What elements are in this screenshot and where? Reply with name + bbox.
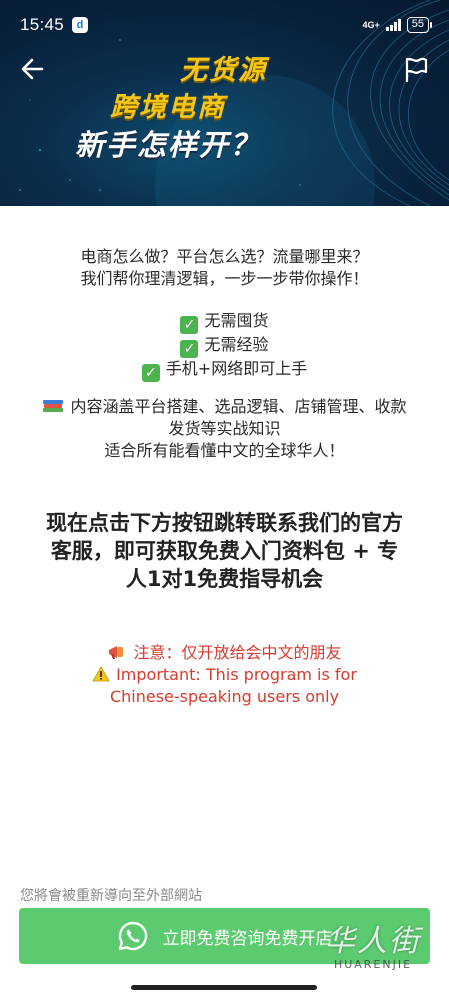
check-mark-icon: ✓ <box>141 364 160 382</box>
cta-line-1: 现在点击下方按钮跳转联系我们的官方 <box>46 511 403 535</box>
header-banner: 15:45 d 4G+ 55 无货源 跨境电商 新手怎样开？ <box>0 0 449 206</box>
coverage-text-1: 内容涵盖平台搭建、选品逻辑、店铺管理、收款 <box>70 397 407 416</box>
whatsapp-button-label: 立即免费咨询免费开店 <box>162 928 333 949</box>
back-arrow-icon[interactable] <box>18 54 48 84</box>
external-redirect-note: 您將會被重新導向至外部網站 <box>20 888 202 904</box>
benefit-item: ✓ 手机+网络即可上手 <box>0 358 449 382</box>
check-mark-icon: ✓ <box>180 340 199 358</box>
intro-section: 电商怎么做？平台怎么选？流量哪里来？ 我们帮你理清逻辑，一步一步带你操作！ <box>0 246 449 290</box>
cta-line-3: 人1对1免费指导机会 <box>125 567 324 591</box>
megaphone-icon <box>109 646 124 659</box>
network-type-label: 4G+ <box>362 19 380 30</box>
intro-line-2: 我们帮你理清逻辑，一步一步带你操作！ <box>80 269 369 288</box>
benefit-text: 手机+网络即可上手 <box>165 359 308 378</box>
benefit-item: ✓ 无需经验 <box>0 334 449 358</box>
cta-line-2: 客服，即可获取免费入门资料包 + 专 <box>50 539 399 563</box>
notice-line-1: 注意：仅开放给会中文的朋友 <box>0 642 449 664</box>
banner-title-line-3: 新手怎样开？ <box>75 128 262 162</box>
battery-icon: 55 <box>406 17 433 33</box>
warning-icon <box>92 666 110 682</box>
coverage-line-3: 适合所有能看懂中文的全球华人！ <box>104 441 345 460</box>
notice-line-2: Important: This program is for <box>0 664 449 686</box>
banner-title-line-2: 跨境电商 <box>110 92 226 123</box>
status-time: 15:45 <box>20 15 65 34</box>
coverage-line-1: 内容涵盖平台搭建、选品逻辑、店铺管理、收款 <box>0 396 449 418</box>
whatsapp-icon <box>118 921 147 951</box>
site-watermark: 华人街 HUARENJIE <box>309 916 437 990</box>
signal-strength-icon <box>385 19 401 31</box>
notice-text-2: Important: This program is for <box>116 665 357 684</box>
check-mark-icon: ✓ <box>180 316 199 334</box>
coverage-section: 内容涵盖平台搭建、选品逻辑、店铺管理、收款 发货等实战知识 适合所有能看懂中文的… <box>0 396 449 462</box>
call-to-action-text: 现在点击下方按钮跳转联系我们的官方 客服，即可获取免费入门资料包 + 专 人1对… <box>20 509 429 593</box>
books-icon <box>43 400 64 412</box>
banner-title-line-1: 无货源 <box>180 55 267 86</box>
benefit-text: 无需囤货 <box>204 311 269 330</box>
benefits-list: ✓ 无需囤货 ✓ 无需经验 ✓ 手机+网络即可上手 <box>0 310 449 382</box>
benefit-text: 无需经验 <box>204 335 269 354</box>
coverage-line-2: 发货等实战知识 <box>168 419 281 438</box>
intro-line-1: 电商怎么做？平台怎么选？流量哪里来？ <box>80 247 369 266</box>
watermark-chinese: 华人街 <box>325 924 421 959</box>
status-bar: 15:45 d 4G+ 55 <box>0 0 449 50</box>
benefit-item: ✓ 无需囤货 <box>0 310 449 334</box>
language-notice: 注意：仅开放给会中文的朋友 Important: This program is… <box>0 642 449 708</box>
notice-line-3: Chinese-speaking users only <box>109 687 340 706</box>
notice-text-1: 注意：仅开放给会中文的朋友 <box>133 643 342 662</box>
report-flag-icon[interactable] <box>401 54 431 84</box>
app-notification-icon: d <box>72 17 89 33</box>
status-indicators: 4G+ 55 <box>362 17 433 33</box>
home-indicator-bar[interactable] <box>131 985 317 990</box>
